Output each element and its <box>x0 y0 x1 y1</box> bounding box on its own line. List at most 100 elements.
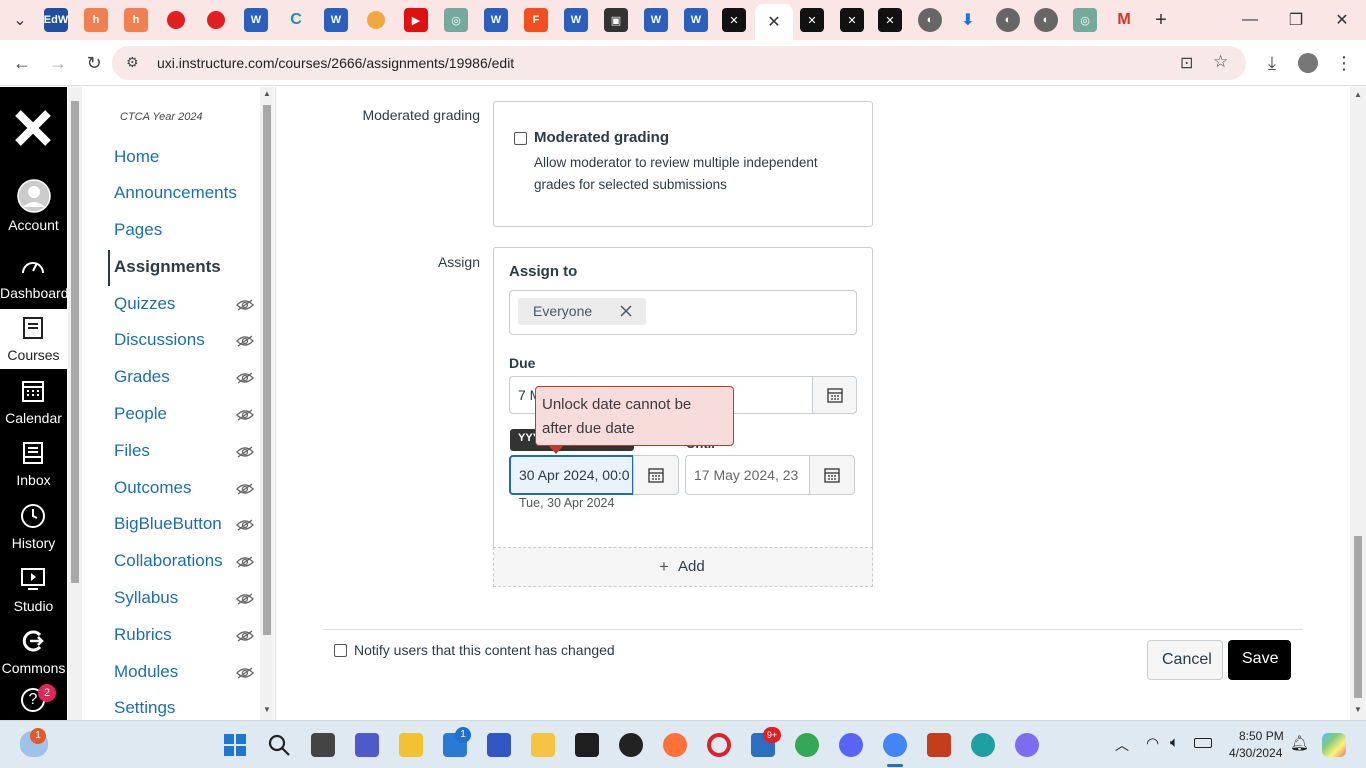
global-nav-dashboard[interactable]: Dashboard <box>0 247 69 307</box>
task-view-icon[interactable] <box>311 733 335 757</box>
tab-chatgpt-2[interactable]: ◎ <box>1073 8 1097 32</box>
tab-word-5[interactable]: W <box>644 8 668 32</box>
tab-globe[interactable]: ◐ <box>918 8 942 32</box>
course-nav-quizzes[interactable]: Quizzes <box>114 294 175 314</box>
global-nav-inbox[interactable]: Inbox <box>0 434 67 494</box>
tab-search-button[interactable]: ⌄ <box>8 8 32 32</box>
global-nav-history[interactable]: History <box>0 497 67 557</box>
minimize-button[interactable]: — <box>1238 8 1262 32</box>
tab-app-orange[interactable]: h <box>84 8 108 32</box>
add-assignee-button[interactable]: + Add <box>493 547 873 587</box>
firefox-icon[interactable] <box>663 733 687 757</box>
course-nav-scrollbar[interactable]: ▲ ▼ <box>260 87 274 720</box>
notifications-bell-icon[interactable]: 🔔︎ <box>1290 734 1309 752</box>
tab-app-orange-2[interactable]: h <box>124 8 148 32</box>
tab-word[interactable]: W <box>244 8 268 32</box>
edge-icon[interactable] <box>971 733 995 757</box>
cancel-button[interactable]: Cancel <box>1147 640 1223 680</box>
bookmark-star-icon[interactable]: ☆ <box>1213 52 1228 72</box>
powerpoint-icon[interactable] <box>927 733 951 757</box>
tab-word-3[interactable]: W <box>484 8 508 32</box>
course-nav-rubrics[interactable]: Rubrics <box>114 625 172 645</box>
chrome-icon[interactable] <box>795 733 819 757</box>
github-icon[interactable] <box>619 733 643 757</box>
discord-icon[interactable] <box>839 733 863 757</box>
course-nav-home[interactable]: Home <box>114 147 159 167</box>
tab-gmail[interactable]: M <box>1112 8 1136 32</box>
downloads-icon[interactable]: ⤓ <box>1259 50 1285 76</box>
copilot-icon[interactable] <box>1015 733 1039 757</box>
search-icon[interactable] <box>267 733 291 757</box>
tab-globe-3[interactable]: ◐ <box>1034 8 1058 32</box>
scroll-up-arrow-icon[interactable]: ▲ <box>263 89 271 98</box>
tab-canvas-x-3[interactable]: ✕ <box>840 8 864 32</box>
profile-avatar[interactable] <box>1295 50 1321 76</box>
global-nav-account[interactable]: Account <box>0 177 67 237</box>
course-nav-collaborations[interactable]: Collaborations <box>114 551 223 571</box>
vscode-like-icon[interactable] <box>487 733 511 757</box>
back-icon[interactable]: ← <box>9 50 35 76</box>
remove-chip-icon[interactable] <box>620 305 632 317</box>
tab-canvas-x-4[interactable]: ✕ <box>878 8 902 32</box>
install-app-icon[interactable]: ⊡ <box>1180 53 1193 73</box>
save-button[interactable]: Save <box>1228 640 1291 680</box>
notify-users-label[interactable]: Notify users that this content has chang… <box>354 642 615 658</box>
tab-canvas-x[interactable]: ✕ <box>722 8 746 32</box>
tab-red-dot[interactable] <box>164 8 188 32</box>
url-text[interactable]: uxi.instructure.com/courses/2666/assignm… <box>157 55 514 71</box>
canvas-logo[interactable] <box>14 109 52 147</box>
opera-icon[interactable] <box>707 733 731 757</box>
course-nav-people[interactable]: People <box>114 404 167 424</box>
page-scrollbar[interactable]: ▲ ▼ <box>1350 87 1366 720</box>
chevron-up-icon[interactable]: ︿ <box>1115 735 1129 755</box>
tab-emoji[interactable] <box>364 8 388 32</box>
tab-youtube[interactable]: ▶ <box>404 8 428 32</box>
restore-button[interactable]: ❐ <box>1284 8 1308 32</box>
course-nav-assignments[interactable]: Assignments <box>114 257 221 277</box>
tab-word-2[interactable]: W <box>324 8 348 32</box>
course-nav-grades[interactable]: Grades <box>114 367 170 387</box>
course-nav-scrollbar-left[interactable] <box>68 87 82 720</box>
battery-icon[interactable] <box>1194 738 1212 748</box>
due-date-calendar-button[interactable] <box>812 376 857 414</box>
scroll-up-arrow-icon[interactable]: ▲ <box>1354 90 1362 99</box>
widgets-color-icon[interactable] <box>1322 733 1346 757</box>
course-nav-announcements[interactable]: Announcements <box>114 183 237 203</box>
tab-c-app[interactable]: C <box>284 8 308 32</box>
clock-date[interactable]: 4/30/2024 <box>1229 746 1282 760</box>
start-button[interactable] <box>223 733 247 757</box>
global-nav-calendar[interactable]: Calendar <box>0 372 67 432</box>
tab-close-icon[interactable]: ✕ <box>767 12 780 32</box>
moderated-grading-checkbox-label[interactable]: Moderated grading <box>534 129 669 146</box>
tab-canvas-x-2[interactable]: ✕ <box>800 8 824 32</box>
reload-icon[interactable]: ↻ <box>81 50 107 76</box>
notify-users-checkbox[interactable] <box>334 644 347 657</box>
assignee-chip[interactable]: Everyone <box>518 298 646 325</box>
course-nav-modules[interactable]: Modules <box>114 662 178 682</box>
global-nav-courses[interactable]: Courses <box>0 309 67 369</box>
tab-chatgpt[interactable]: ◎ <box>444 8 468 32</box>
tab-figma[interactable]: F <box>524 8 548 32</box>
browser-menu-icon[interactable]: ⋮ <box>1331 50 1357 76</box>
tab-word-4[interactable]: W <box>564 8 588 32</box>
tab-contact[interactable]: ▣ <box>604 8 628 32</box>
moderated-grading-checkbox[interactable] <box>514 132 527 145</box>
bitcoin-app-icon[interactable] <box>531 733 555 757</box>
chrome-active-icon[interactable] <box>883 733 907 757</box>
address-bar[interactable]: ⚙ uxi.instructure.com/courses/2666/assig… <box>112 46 1246 80</box>
course-nav-outcomes[interactable]: Outcomes <box>114 478 191 498</box>
until-input[interactable]: 17 May 2024, 23 <box>685 455 810 495</box>
course-nav-settings[interactable]: Settings <box>114 698 175 718</box>
clock-time[interactable]: 8:50 PM <box>1239 729 1284 743</box>
wifi-icon[interactable]: ◠ <box>1146 734 1159 752</box>
course-nav-pages[interactable]: Pages <box>114 220 162 240</box>
scroll-down-arrow-icon[interactable]: ▼ <box>1354 705 1362 714</box>
available-from-input[interactable]: 30 Apr 2024, 00:0 <box>509 455 634 495</box>
volume-icon[interactable]: 🔈︎ <box>1170 734 1179 751</box>
tab-edw[interactable]: EdW <box>44 8 68 32</box>
until-calendar-button[interactable] <box>809 455 855 495</box>
course-nav-syllabus[interactable]: Syllabus <box>114 588 178 608</box>
site-info-icon[interactable]: ⚙ <box>126 54 139 71</box>
tab-red-dot-2[interactable] <box>204 8 228 32</box>
global-nav-studio[interactable]: Studio <box>0 560 67 620</box>
